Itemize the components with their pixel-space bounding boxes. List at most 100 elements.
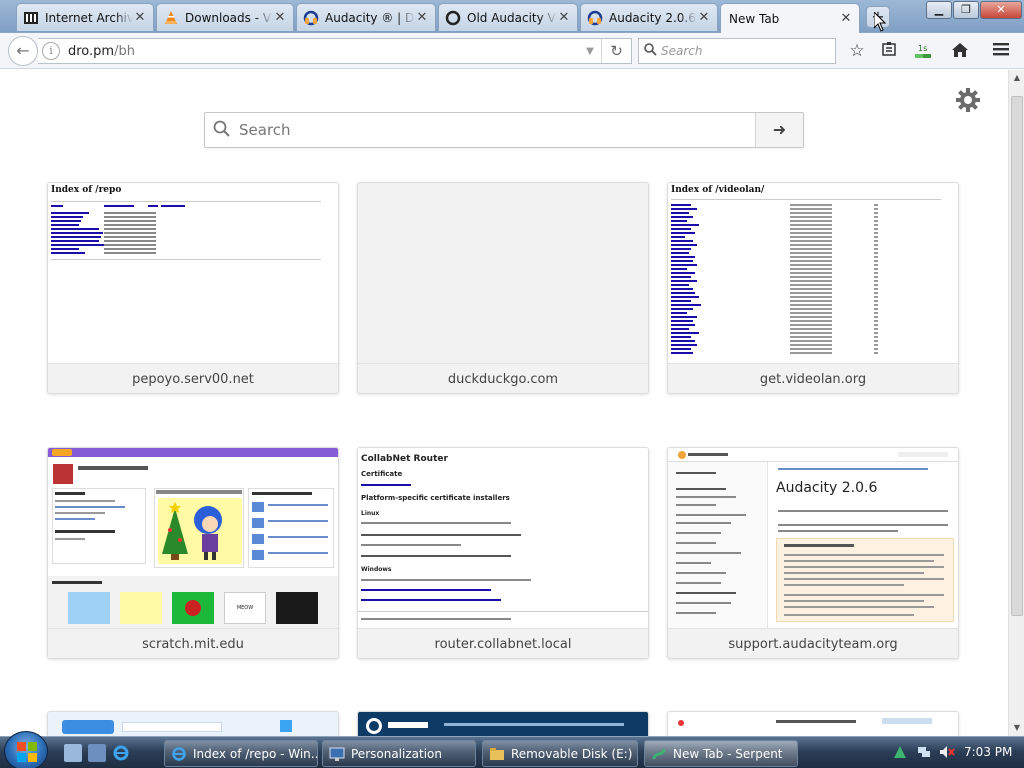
show-desktop-icon[interactable] <box>64 744 82 762</box>
taskbar-item-removable-disk[interactable]: Removable Disk (E:) <box>482 740 638 767</box>
tile-thumbnail: CollabNet Router Certificate Platform-sp… <box>358 448 648 628</box>
tile-label: get.videolan.org <box>668 363 958 393</box>
cursor-icon <box>873 10 887 35</box>
scrollbar-thumb[interactable] <box>1011 96 1023 616</box>
bookmarks-menu-icon[interactable] <box>878 41 900 63</box>
close-tab-icon[interactable]: ✕ <box>839 11 853 26</box>
tab-title: Old Audacity V <box>467 10 556 25</box>
home-icon[interactable] <box>949 41 971 63</box>
tab-internet-archive[interactable]: Internet Archive ✕ <box>16 3 154 31</box>
ie-icon <box>171 746 187 762</box>
tile-label: router.collabnet.local <box>358 628 648 658</box>
tab-title: Downloads - VLC <box>185 10 273 25</box>
windows-taskbar: Index of /repo - Win... Personalization … <box>0 731 1024 768</box>
start-button[interactable] <box>4 731 48 768</box>
vertical-scrollbar[interactable]: ▲ ▼ <box>1008 70 1024 736</box>
tab-title: Audacity ® | D <box>325 10 415 25</box>
volume-muted-icon[interactable] <box>938 744 956 763</box>
switch-windows-icon[interactable] <box>88 744 106 762</box>
tab-strip: Internet Archive ✕ Downloads - VLC ✕ Aud… <box>0 0 1024 33</box>
network-icon[interactable] <box>916 744 932 763</box>
url-host: dro.pm <box>68 43 115 59</box>
minimize-button[interactable]: ▁ <box>926 1 952 19</box>
top-site-tile[interactable]: Audacity 2.0.6 support.audacityteam.org <box>667 447 959 659</box>
top-site-tile[interactable]: duckduckgo.com <box>357 182 649 394</box>
url-text[interactable]: dro.pm/bh <box>68 44 579 59</box>
search-icon <box>639 43 661 59</box>
tile-label: duckduckgo.com <box>358 363 648 393</box>
tile-label: scratch.mit.edu <box>48 628 338 658</box>
close-window-button[interactable]: ✕ <box>980 1 1022 19</box>
folder-icon <box>489 746 505 762</box>
tile-thumbnail: MEOW <box>48 448 338 628</box>
close-tab-icon[interactable]: ✕ <box>133 10 147 25</box>
tab-title: New Tab <box>729 11 780 26</box>
search-placeholder: Search <box>661 44 703 58</box>
thumb-title: CollabNet Router <box>361 454 448 464</box>
close-tab-icon[interactable]: ✕ <box>557 10 571 25</box>
url-path: /bh <box>114 43 135 59</box>
taskbar-item-label: Removable Disk (E:) <box>511 746 633 761</box>
ie-icon[interactable] <box>112 744 130 762</box>
archive-icon <box>23 10 39 26</box>
close-tab-icon[interactable]: ✕ <box>273 10 287 25</box>
thumb-title: Index of /videolan/ <box>671 185 765 195</box>
taskbar-item-ie[interactable]: Index of /repo - Win... <box>164 740 318 767</box>
history-dropdown-icon[interactable]: ▼ <box>579 46 601 57</box>
arrow-left-icon: ← <box>16 41 30 60</box>
tile-label: pepoyo.serv00.net <box>48 363 338 393</box>
close-tab-icon[interactable]: ✕ <box>697 10 711 25</box>
back-button[interactable]: ← <box>8 36 38 66</box>
tab-new-tab[interactable]: New Tab ✕ <box>720 3 860 33</box>
url-bar[interactable]: i dro.pm/bh ▼ ↻ <box>38 38 632 64</box>
tab-audacity-d[interactable]: Audacity ® | D ✕ <box>296 3 436 31</box>
top-site-tile[interactable]: CollabNet Router Certificate Platform-sp… <box>357 447 649 659</box>
new-tab-page: Search ➜ Index of /repo pepoyo.serv00.ne… <box>0 70 1008 736</box>
tab-old-audacity[interactable]: Old Audacity V ✕ <box>438 3 578 31</box>
newtab-search-placeholder: Search <box>239 121 291 139</box>
taskbar-item-serpent[interactable]: New Tab - Serpent <box>644 740 798 767</box>
scroll-up-icon[interactable]: ▲ <box>1009 70 1024 86</box>
info-icon[interactable]: i <box>42 42 60 60</box>
close-tab-icon[interactable]: ✕ <box>415 10 429 25</box>
reload-button[interactable]: ↻ <box>601 39 631 63</box>
menu-icon[interactable] <box>990 41 1012 63</box>
top-site-tile[interactable] <box>47 711 339 736</box>
top-site-tile[interactable]: MEOW scratch.mit.edu <box>47 447 339 659</box>
thumb-title: Index of /repo <box>51 185 122 195</box>
search-go-button[interactable]: ➜ <box>755 113 803 147</box>
audacity-icon <box>587 10 603 26</box>
globe-icon <box>445 10 461 26</box>
top-site-tile[interactable] <box>667 711 959 736</box>
download-icon[interactable]: 1s <box>912 41 934 63</box>
tab-downloads-vlc[interactable]: Downloads - VLC ✕ <box>156 3 294 31</box>
thumb-heading: Platform-specific certificate installers <box>361 494 510 502</box>
scroll-down-icon[interactable]: ▼ <box>1009 720 1024 736</box>
tile-thumbnail: Index of /videolan/ <box>668 183 958 363</box>
newtab-search-box[interactable]: Search ➜ <box>204 112 804 148</box>
bookmark-star-icon[interactable]: ☆ <box>846 41 868 63</box>
audacity-icon <box>303 10 319 26</box>
search-bar[interactable]: Search <box>638 38 836 64</box>
top-site-tile[interactable]: Index of /videolan/ get.videolan.org <box>667 182 959 394</box>
thumb-heading: Linux <box>361 510 380 517</box>
taskbar-item-label: Personalization <box>351 746 442 761</box>
serpent-icon <box>651 746 667 762</box>
tile-thumbnail: Index of /repo <box>48 183 338 363</box>
taskbar-item-label: New Tab - Serpent <box>673 746 783 761</box>
clock[interactable]: 7:03 PM <box>964 745 1012 759</box>
taskbar-item-personalization[interactable]: Personalization <box>322 740 476 767</box>
thumb-title: Audacity 2.0.6 <box>776 480 878 496</box>
tile-thumbnail <box>358 183 648 363</box>
top-site-tile[interactable]: Index of /repo pepoyo.serv00.net <box>47 182 339 394</box>
tab-audacity-206[interactable]: Audacity 2.0.6 ✕ <box>580 3 718 31</box>
navigation-toolbar: ← i dro.pm/bh ▼ ↻ Search ☆ 1s <box>0 33 1024 69</box>
action-center-icon[interactable] <box>892 744 908 763</box>
window-controls: ▁ ❐ ✕ <box>925 1 1022 19</box>
tab-title: Audacity 2.0.6 <box>609 10 696 25</box>
top-site-tile[interactable] <box>357 711 649 736</box>
tile-thumbnail: Audacity 2.0.6 <box>668 448 958 628</box>
gear-icon[interactable] <box>954 86 982 114</box>
maximize-button[interactable]: ❐ <box>953 1 979 19</box>
tile-label: support.audacityteam.org <box>668 628 958 658</box>
